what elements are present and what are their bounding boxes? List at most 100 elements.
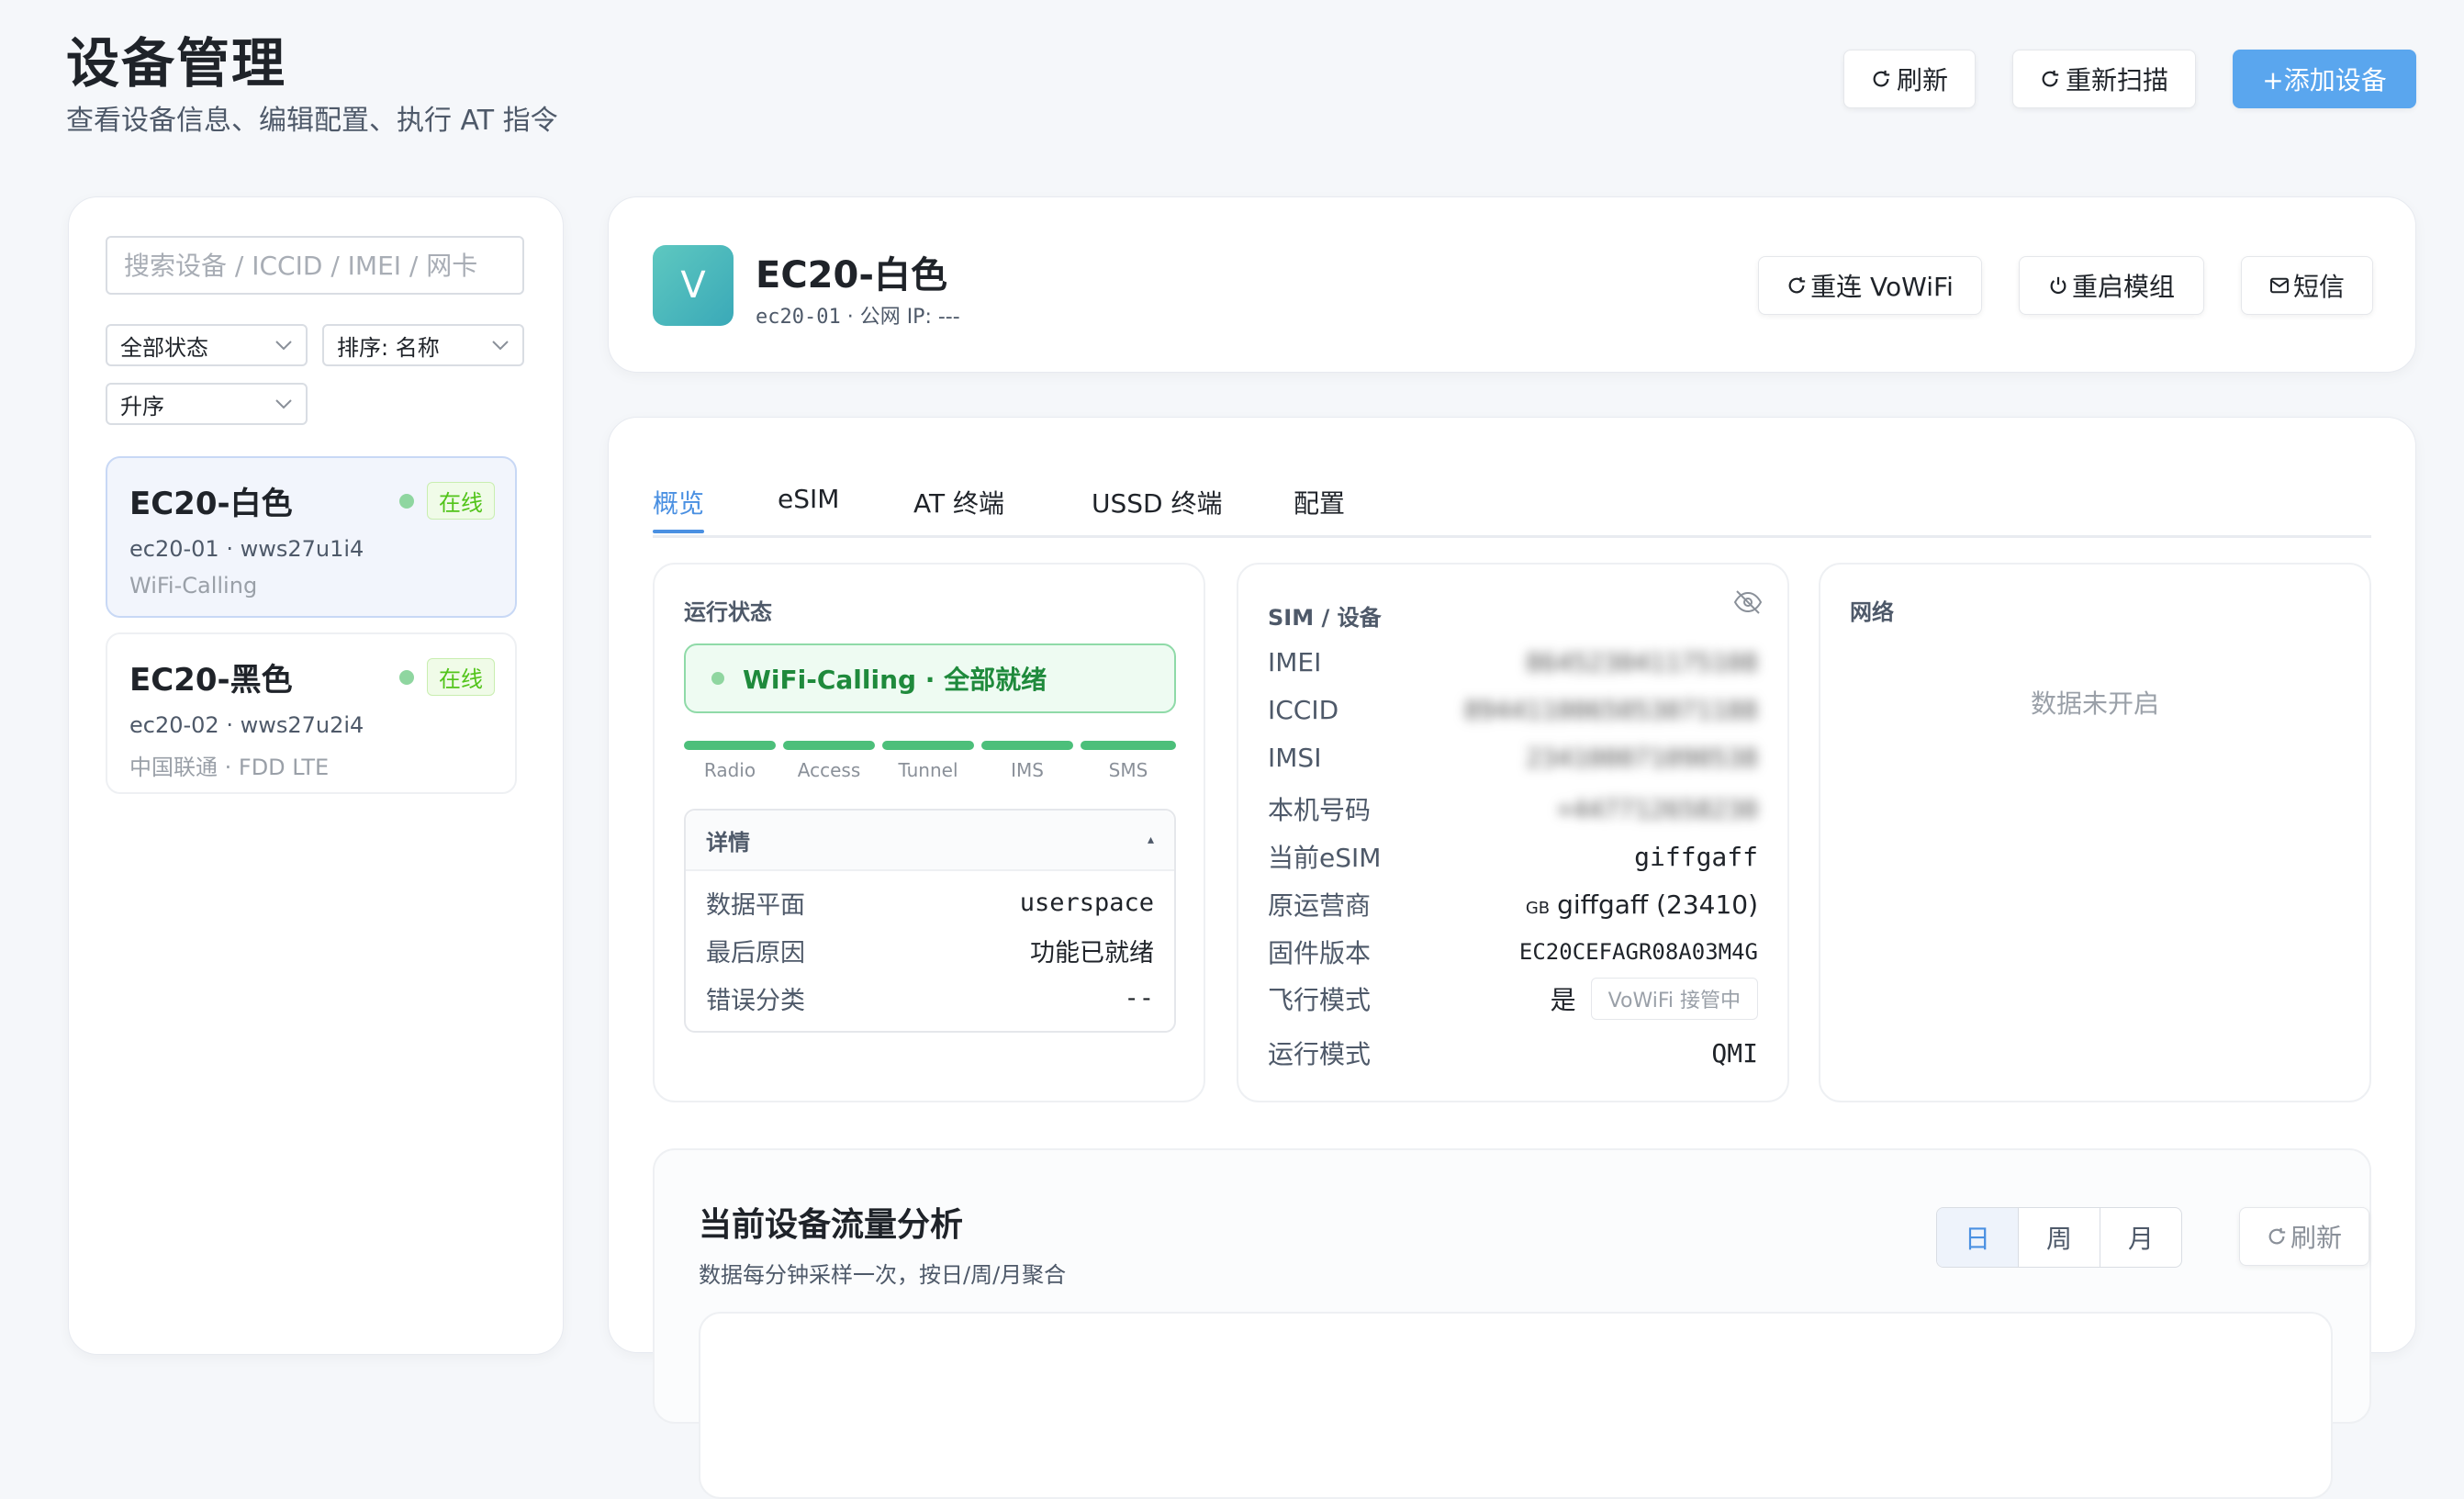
traffic-refresh-button[interactable]: 刷新 bbox=[2239, 1207, 2369, 1266]
esim-label: 当前eSIM bbox=[1268, 843, 1382, 873]
firmware-row: 固件版本 EC20CEFAGR08A03M4G bbox=[1268, 934, 1758, 970]
esim-value: giffgaff bbox=[1634, 841, 1758, 872]
tab-config[interactable]: 配置 bbox=[1294, 484, 1345, 520]
restart-label: 重启模组 bbox=[2071, 272, 2175, 302]
vowifi-takeover-button[interactable]: VoWiFi 接管中 bbox=[1590, 978, 1758, 1020]
chevron-down-icon bbox=[274, 398, 293, 409]
chevron-down-icon bbox=[274, 340, 293, 351]
stage-bar-access bbox=[783, 741, 875, 750]
reconnect-label: 重连 VoWiFi bbox=[1810, 272, 1954, 302]
sort-field-select[interactable]: 排序: 名称 bbox=[322, 324, 524, 366]
restart-module-button[interactable]: 重启模组 bbox=[2019, 256, 2204, 315]
airplane-label: 飞行模式 bbox=[1268, 985, 1372, 1015]
refresh-icon bbox=[1786, 275, 1807, 296]
chevron-up-icon: ▴ bbox=[1147, 833, 1154, 847]
tab-bar: 概览 eSIM AT 终端 USSD 终端 配置 bbox=[653, 484, 2371, 538]
refresh-button[interactable]: 刷新 bbox=[1843, 50, 1976, 108]
device-network: WiFi-Calling bbox=[129, 573, 258, 598]
carrier-label: 原运营商 bbox=[1268, 890, 1372, 921]
add-device-button[interactable]: +添加设备 bbox=[2233, 50, 2416, 108]
firmware-label: 固件版本 bbox=[1268, 938, 1372, 968]
details-panel: 详情 ▴ 数据平面 userspace 最后原因 功能已就绪 错误分类 -- bbox=[684, 809, 1176, 1033]
tab-esim[interactable]: eSIM bbox=[778, 484, 839, 514]
mode-value: QMI bbox=[1711, 1037, 1758, 1068]
airplane-row: 飞行模式 是 VoWiFi 接管中 bbox=[1268, 978, 1758, 1020]
avatar: V bbox=[653, 245, 734, 326]
refresh-icon bbox=[1871, 69, 1891, 89]
refresh-label: 刷新 bbox=[1896, 65, 1948, 95]
device-card[interactable]: EC20-黑色 ec20-02 · wws27u2i4 中国联通 · FDD L… bbox=[106, 632, 517, 794]
imsi-row: IMSI 234100071090538 bbox=[1268, 743, 1758, 773]
network-title: 网络 bbox=[1850, 599, 1894, 625]
mail-icon bbox=[2269, 277, 2290, 294]
device-list-panel: 全部状态 排序: 名称 升序 EC20-白色 ec20-01 · wws27u1… bbox=[68, 196, 564, 1355]
sms-label: 短信 bbox=[2292, 272, 2345, 302]
carrier-row: 原运营商 GB giffgaff (23410) bbox=[1268, 886, 1758, 923]
network-card: 网络 数据未开启 bbox=[1819, 563, 2371, 1102]
status-filter-select[interactable]: 全部状态 bbox=[106, 324, 308, 366]
stage-label: Radio bbox=[703, 759, 756, 781]
sort-order-value: 升序 bbox=[120, 393, 164, 419]
chevron-down-icon bbox=[491, 340, 510, 351]
status-pill: WiFi-Calling · 全部就绪 bbox=[684, 643, 1176, 713]
device-title: EC20-白色 bbox=[756, 254, 947, 296]
device-card[interactable]: EC20-白色 ec20-01 · wws27u1i4 WiFi-Calling… bbox=[106, 456, 517, 618]
stage-label: Access bbox=[797, 759, 861, 781]
device-id: ec20-01 bbox=[756, 306, 841, 329]
run-status-title: 运行状态 bbox=[684, 599, 772, 625]
refresh-icon bbox=[2267, 1226, 2287, 1247]
detail-value: userspace bbox=[1019, 888, 1154, 917]
rescan-label: 重新扫描 bbox=[2065, 65, 2168, 95]
rescan-button[interactable]: 重新扫描 bbox=[2012, 50, 2196, 108]
airplane-value: 是 bbox=[1550, 985, 1576, 1015]
stage-bar-ims bbox=[981, 741, 1073, 750]
tab-overview[interactable]: 概览 bbox=[653, 484, 704, 520]
iccid-value: 8944110065053071188 bbox=[1463, 695, 1758, 725]
add-device-label: +添加设备 bbox=[2262, 65, 2387, 95]
tab-ussd-terminal[interactable]: USSD 终端 bbox=[1092, 484, 1223, 520]
details-toggle[interactable]: 详情 ▴ bbox=[686, 811, 1174, 871]
stage-bar-sms bbox=[1081, 741, 1176, 750]
period-day[interactable]: 日 bbox=[1937, 1208, 2019, 1267]
imei-value: 864523041175108 bbox=[1526, 647, 1758, 677]
public-ip: · 公网 IP: --- bbox=[840, 306, 960, 329]
traffic-title: 当前设备流量分析 bbox=[699, 1206, 964, 1244]
run-status-card: 运行状态 WiFi-Calling · 全部就绪 Radio Access Tu… bbox=[653, 563, 1205, 1102]
online-dot-icon bbox=[399, 493, 414, 509]
reconnect-vowifi-button[interactable]: 重连 VoWiFi bbox=[1758, 256, 1982, 315]
status-pill-text: WiFi-Calling · 全部就绪 bbox=[743, 665, 1047, 695]
device-detail-panel: 概览 eSIM AT 终端 USSD 终端 配置 运行状态 WiFi-Calli… bbox=[608, 417, 2416, 1499]
period-switch: 日 周 月 bbox=[1936, 1207, 2182, 1268]
details-title: 详情 bbox=[706, 829, 750, 856]
detail-row: 最后原因 功能已就绪 bbox=[686, 926, 1174, 974]
stage-bar-tunnel bbox=[882, 741, 974, 750]
tab-at-terminal[interactable]: AT 终端 bbox=[913, 484, 1004, 520]
phone-value: +447712658230 bbox=[1556, 793, 1758, 824]
sort-order-select[interactable]: 升序 bbox=[106, 383, 308, 425]
device-subtitle: ec20-01 · 公网 IP: --- bbox=[756, 300, 960, 330]
page-title: 设备管理 bbox=[66, 32, 287, 95]
imsi-label: IMSI bbox=[1268, 743, 1322, 773]
imei-row: IMEI 864523041175108 bbox=[1268, 647, 1758, 677]
sim-device-card: SIM / 设备 IMEI 864523041175108 ICCID 894411… bbox=[1237, 563, 1789, 1102]
device-meta: ec20-02 · wws27u2i4 bbox=[129, 712, 364, 738]
eye-off-icon[interactable] bbox=[1732, 588, 1764, 616]
period-month[interactable]: 月 bbox=[2100, 1208, 2181, 1267]
sms-button[interactable]: 短信 bbox=[2241, 256, 2373, 315]
mode-label: 运行模式 bbox=[1268, 1039, 1372, 1069]
detail-value: -- bbox=[1124, 983, 1154, 1012]
phone-row: 本机号码 +447712658230 bbox=[1268, 790, 1758, 827]
device-header-card: V EC20-白色 ec20-01 · 公网 IP: --- 重连 VoWiFi… bbox=[608, 196, 2416, 373]
detail-key: 最后原因 bbox=[706, 938, 805, 968]
detail-key: 数据平面 bbox=[706, 890, 805, 920]
period-week[interactable]: 周 bbox=[2019, 1208, 2100, 1267]
status-filter-value: 全部状态 bbox=[120, 334, 208, 361]
imsi-value: 234100071090538 bbox=[1526, 743, 1758, 773]
device-search-input[interactable] bbox=[106, 236, 524, 295]
esim-row: 当前eSIM giffgaff bbox=[1268, 838, 1758, 875]
status-badge: 在线 bbox=[427, 658, 495, 696]
iccid-row: ICCID 8944110065053071188 bbox=[1268, 695, 1758, 725]
stage-label: SMS bbox=[1108, 759, 1148, 781]
stage-label: IMS bbox=[1011, 759, 1044, 781]
traffic-subtitle: 数据每分钟采样一次，按日/周/月聚合 bbox=[699, 1262, 1067, 1288]
